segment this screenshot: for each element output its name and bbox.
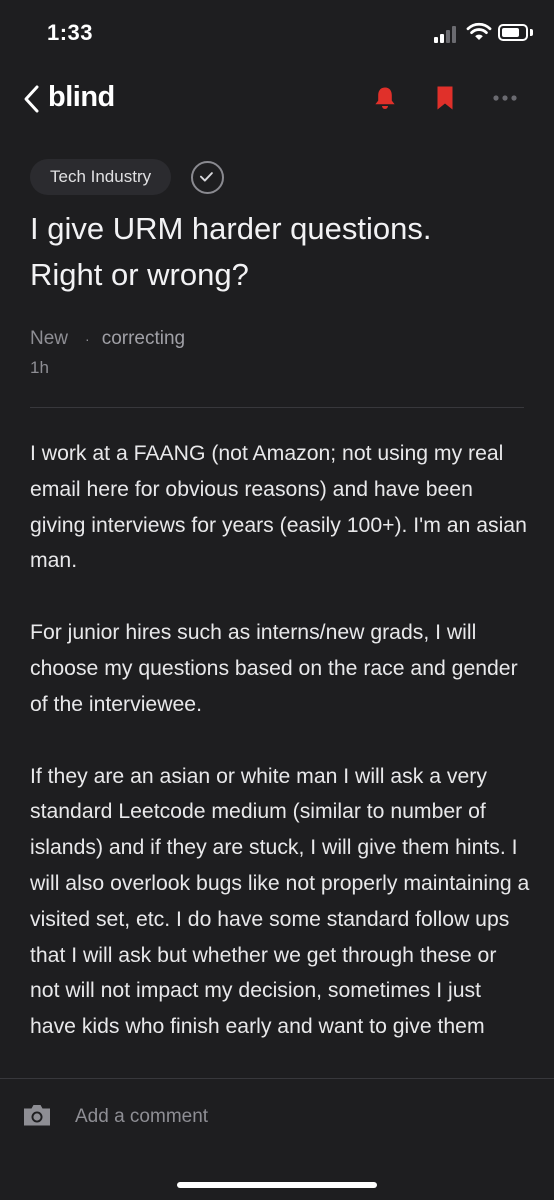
category-pill[interactable]: Tech Industry	[30, 159, 172, 195]
wifi-icon	[466, 22, 492, 40]
home-indicator[interactable]	[177, 1182, 377, 1188]
post-meta: New · correcting	[30, 328, 185, 350]
battery-icon	[498, 24, 528, 41]
verified-check-icon[interactable]	[191, 161, 224, 194]
comment-input[interactable]	[75, 1103, 495, 1131]
post-paragraph: If they are an asian or white man I will…	[30, 764, 530, 1039]
post-title-line-1: I give URM harder questions.	[30, 211, 432, 246]
battery-cap	[530, 29, 533, 36]
author-name[interactable]: correcting	[102, 328, 185, 350]
app-logo[interactable]: blind	[48, 81, 115, 114]
post-time: 1h	[30, 358, 49, 377]
bookmark-icon[interactable]	[434, 85, 456, 111]
category-label: Tech Industry	[50, 167, 152, 186]
author-company[interactable]: New	[30, 328, 68, 350]
divider	[30, 407, 524, 408]
cellular-signal-icon	[434, 25, 460, 43]
camera-icon[interactable]	[22, 1103, 52, 1127]
meta-separator: ·	[85, 331, 90, 347]
post-paragraph: For junior hires such as interns/new gra…	[30, 621, 518, 716]
post-body: I work at a FAANG (not Amazon; not using…	[30, 436, 530, 1081]
more-icon[interactable]	[492, 94, 518, 102]
post-paragraph: I work at a FAANG (not Amazon; not using…	[30, 442, 527, 573]
bell-icon[interactable]	[372, 85, 398, 111]
status-bar: 1:33	[0, 0, 554, 66]
chevron-left-icon[interactable]	[22, 84, 40, 114]
nav-bar: blind	[0, 66, 554, 130]
screen: 1:33 blind Tech Industry I give URM hard…	[0, 0, 554, 1200]
post-title-line-2: Right or wrong?	[30, 257, 249, 292]
post-title: I give URM harder questions. Right or wr…	[30, 206, 524, 298]
status-time: 1:33	[47, 20, 94, 45]
